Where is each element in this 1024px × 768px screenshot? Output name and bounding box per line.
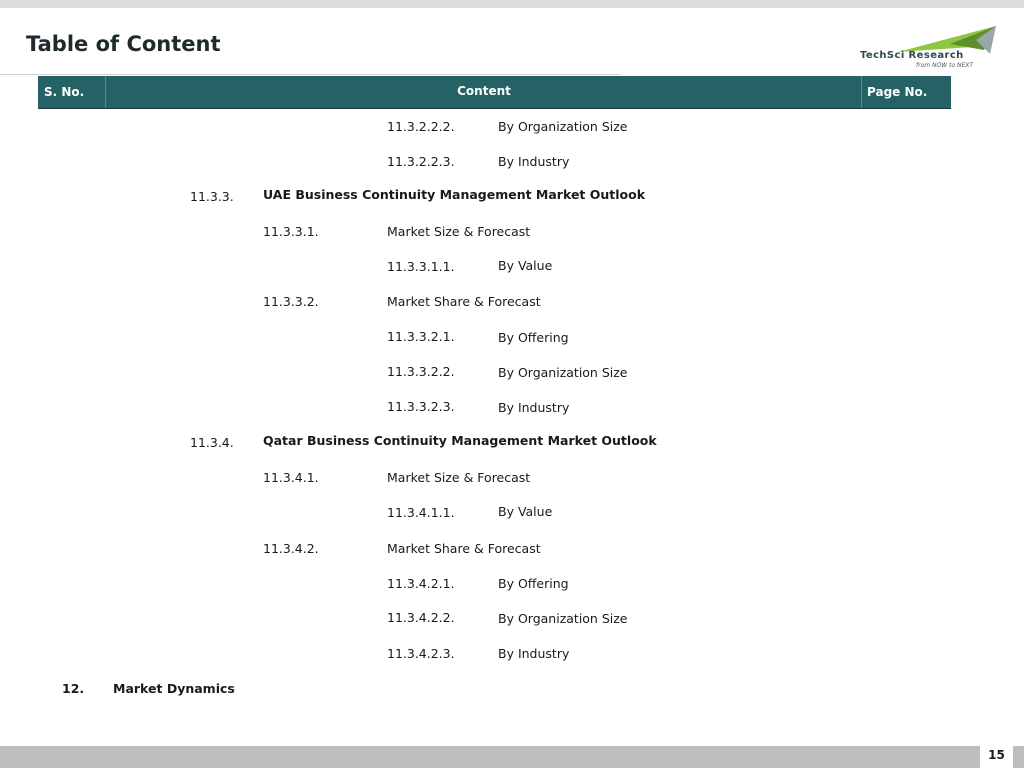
toc-number-chapter: 12. — [62, 681, 85, 696]
toc-entry-heading: UAE Business Continuity Management Marke… — [263, 187, 646, 202]
toc-entry: By Industry — [498, 154, 570, 169]
toc-entry: By Offering — [498, 576, 569, 591]
toc-entry: Market Share & Forecast — [387, 294, 541, 309]
toc-number: 11.3.4.2.2. — [387, 610, 455, 625]
toc-entry-chapter: Market Dynamics — [113, 681, 235, 696]
toc-number: 11.3.4.1.1. — [387, 505, 455, 520]
page-number: 15 — [980, 743, 1013, 768]
toc-list: 11.3.2.2.2. By Organization Size 11.3.2.… — [0, 0, 1024, 768]
toc-entry: By Industry — [498, 400, 570, 415]
toc-entry: By Organization Size — [498, 611, 628, 626]
toc-number: 11.3.3.1.1. — [387, 259, 455, 274]
toc-number: 11.3.4.2.3. — [387, 646, 455, 661]
toc-entry: Market Share & Forecast — [387, 541, 541, 556]
toc-entry-heading: Qatar Business Continuity Management Mar… — [263, 433, 657, 448]
toc-number: 11.3.3.2.1. — [387, 329, 455, 344]
toc-number: 11.3.3.2.2. — [387, 364, 455, 379]
toc-entry: By Industry — [498, 646, 570, 661]
toc-entry: Market Size & Forecast — [387, 470, 531, 485]
toc-number: 11.3.3.2. — [263, 294, 319, 309]
footer-bar — [0, 746, 1024, 768]
toc-number: 11.3.2.2.2. — [387, 119, 455, 134]
toc-entry: Market Size & Forecast — [387, 224, 531, 239]
toc-number: 11.3.4.1. — [263, 470, 319, 485]
toc-number: 11.3.4.2.1. — [387, 576, 455, 591]
toc-entry: By Value — [498, 258, 553, 273]
toc-entry: By Offering — [498, 330, 569, 345]
toc-number: 11.3.3.1. — [263, 224, 319, 239]
toc-number: 11.3.2.2.3. — [387, 154, 455, 169]
toc-number: 11.3.3. — [190, 189, 234, 204]
toc-number: 11.3.4.2. — [263, 541, 319, 556]
toc-entry: By Organization Size — [498, 119, 628, 134]
toc-number: 11.3.4. — [190, 435, 234, 450]
toc-entry: By Value — [498, 504, 553, 519]
toc-number: 11.3.3.2.3. — [387, 399, 455, 414]
toc-entry: By Organization Size — [498, 365, 628, 380]
